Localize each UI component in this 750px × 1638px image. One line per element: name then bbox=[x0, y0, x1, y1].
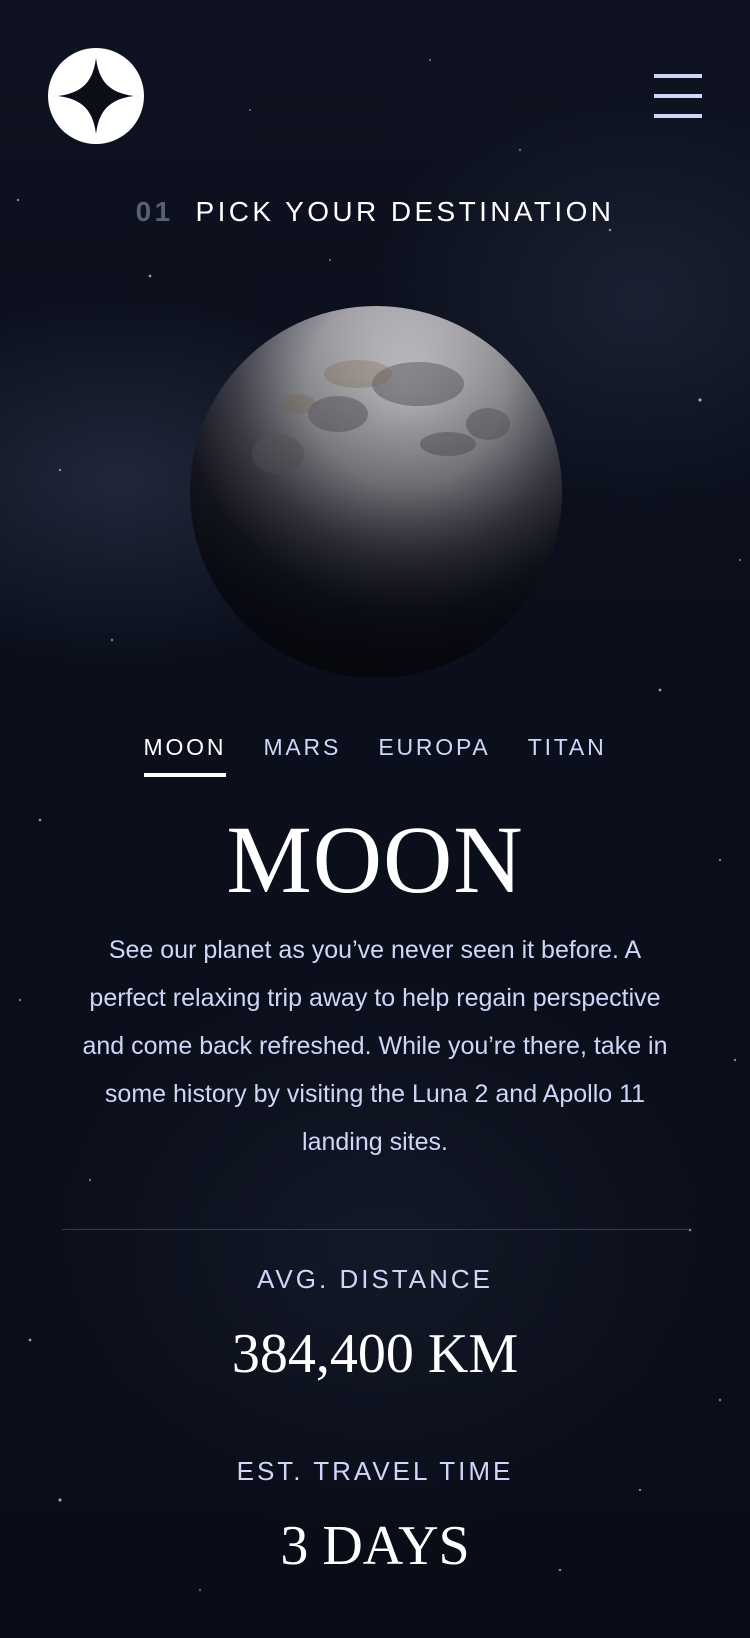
hamburger-icon[interactable] bbox=[654, 74, 702, 118]
heading-number: 01 bbox=[135, 196, 174, 227]
travel-time-value: 3 DAYS bbox=[280, 1515, 470, 1577]
destination-title: MOON bbox=[226, 806, 524, 913]
tab-europa[interactable]: EUROPA bbox=[378, 734, 490, 773]
tab-mars[interactable]: MARS bbox=[263, 734, 341, 773]
heading-text: PICK YOUR DESTINATION bbox=[195, 196, 615, 227]
tab-moon[interactable]: MOON bbox=[143, 734, 227, 777]
avg-distance-label: AVG. DISTANCE bbox=[257, 1264, 493, 1294]
four-point-star-logo[interactable] bbox=[48, 48, 144, 144]
destination-tabs: MOON MARS EUROPA TITAN bbox=[0, 734, 750, 777]
travel-time-label: EST. TRAVEL TIME bbox=[236, 1456, 514, 1486]
destination-description: See our planet as you’ve never seen it b… bbox=[82, 936, 668, 1156]
tab-titan[interactable]: TITAN bbox=[528, 734, 607, 773]
page-heading: 01 PICK YOUR DESTINATION bbox=[0, 196, 750, 228]
avg-distance-value: 384,400 KM bbox=[231, 1323, 519, 1385]
moon-image bbox=[190, 306, 562, 678]
divider bbox=[62, 1229, 688, 1230]
